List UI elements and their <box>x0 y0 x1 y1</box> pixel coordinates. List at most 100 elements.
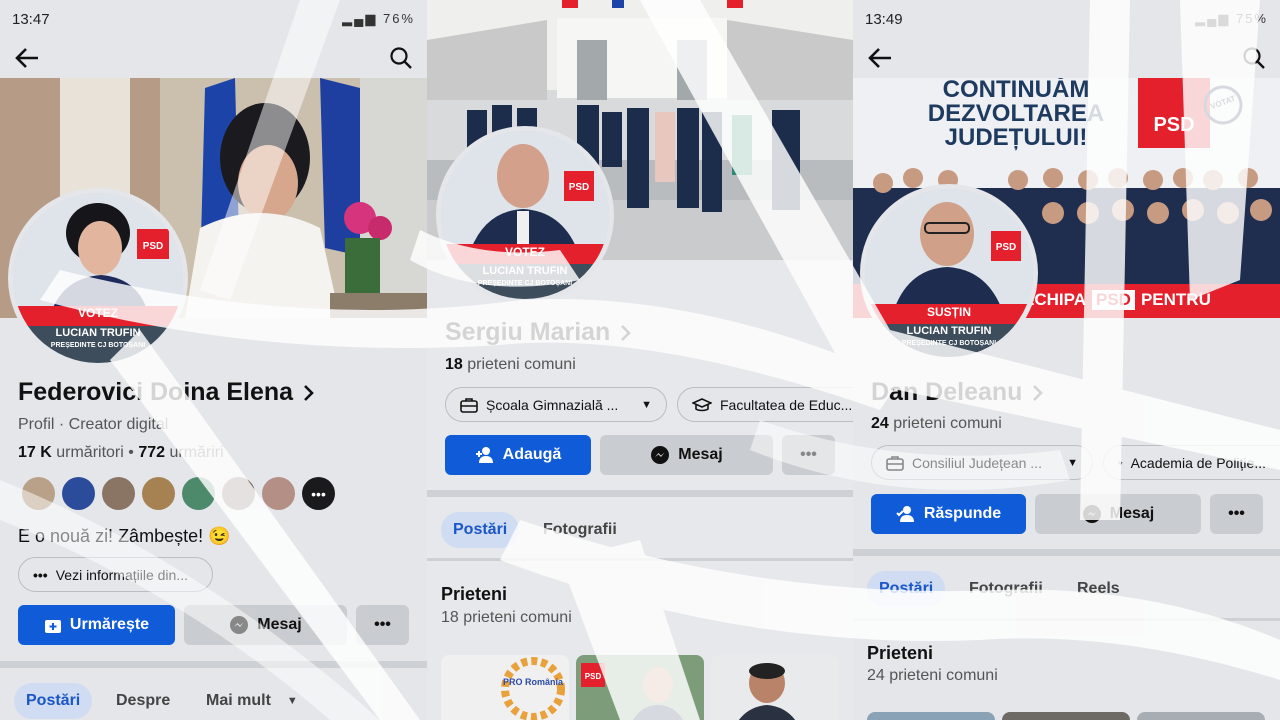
following-label[interactable]: urmăriri <box>169 444 223 461</box>
respond-button-label: Răspunde <box>923 505 1002 522</box>
cover-slogan: CONTINUĂM DEZVOLTAREA JUDEȚULUI! <box>891 78 1141 150</box>
followers-count: 17 K <box>18 444 52 461</box>
follow-icon <box>44 620 61 633</box>
graduation-cap-icon <box>1118 460 1123 464</box>
academy-pill[interactable]: Academia de Poliție... <box>1103 445 1280 480</box>
slogan-line2: DEZVOLTAREA <box>927 100 1105 127</box>
profile-picture[interactable]: PSD VOTEZ LUCIAN TRUFIN PREȘEDINTE CJ BO… <box>13 193 183 363</box>
tab-posts[interactable]: Postări <box>14 683 93 719</box>
avatar-band-line3: PREȘEDINTE CJ BOTOȘANI <box>477 280 573 287</box>
search-icon[interactable] <box>389 46 413 70</box>
caret-down-icon: ▼ <box>286 695 298 707</box>
message-button[interactable]: Mesaj <box>600 435 773 475</box>
friend-thumbnail[interactable]: PRO România <box>441 655 569 720</box>
cover-bottom-right: PENTRU <box>1140 290 1211 309</box>
more-options-button[interactable]: ••• <box>782 435 835 475</box>
faculty-pill[interactable]: Facultatea de Educ... <box>677 387 853 422</box>
caret-down-icon: ▼ <box>641 398 652 411</box>
status-time: 13:47 <box>12 10 50 28</box>
tab-reels[interactable]: Reels <box>1065 571 1132 607</box>
message-button-label: Mesaj <box>678 446 723 463</box>
back-arrow-icon[interactable] <box>867 47 893 69</box>
follower-avatar[interactable] <box>262 477 295 510</box>
mutual-friends[interactable]: 24 prieteni comuni <box>871 415 1002 433</box>
friends-title: Prieteni <box>441 584 508 604</box>
profile-picture[interactable]: PSD SUSȚIN LUCIAN TRUFIN PREȘEDINTE CJ B… <box>865 189 1033 357</box>
profile-name-text: Sergiu Marian <box>445 318 611 346</box>
friends-subtitle: 18 prieteni comuni <box>441 609 572 626</box>
bio-text: E o nouă zi! Zâmbește! <box>18 526 204 546</box>
follower-avatar[interactable] <box>102 477 135 510</box>
tab-about[interactable]: Despre <box>104 683 182 719</box>
follower-avatar[interactable] <box>62 477 95 510</box>
tab-more[interactable]: Mai mult ▼ <box>194 683 310 719</box>
avatar-band-line1: VOTEZ <box>77 306 118 320</box>
add-person-icon <box>475 447 493 463</box>
add-friend-button[interactable]: Adaugă <box>445 435 591 475</box>
slogan-line1: CONTINUĂM <box>942 78 1090 103</box>
profile-picture[interactable]: PSD VOTEZ LUCIAN TRUFIN PREȘEDINTE CJ BO… <box>441 131 609 299</box>
follower-avatar[interactable] <box>142 477 175 510</box>
info-pill[interactable]: ••• Vezi informațiile din... <box>18 557 213 592</box>
work-pill[interactable]: Consiliul Județean ... ▼ <box>871 445 1093 480</box>
message-button[interactable]: Mesaj <box>184 605 347 645</box>
info-pill-label: Vezi informațiile din... <box>55 566 189 583</box>
school-pill[interactable]: Școala Gimnazială ... ▼ <box>445 387 667 422</box>
section-divider <box>427 558 853 561</box>
chevron-right-icon[interactable] <box>620 324 632 342</box>
profile-panel-sergiu: PSD VOTEZ LUCIAN TRUFIN PREȘEDINTE CJ BO… <box>427 0 853 720</box>
avatar-band-line3: PREȘEDINTE CJ BOTOȘANI <box>901 340 997 347</box>
follower-avatar[interactable] <box>182 477 215 510</box>
friend-thumbnail[interactable] <box>1002 712 1130 720</box>
chevron-right-icon[interactable] <box>303 384 315 402</box>
message-button[interactable]: Mesaj <box>1035 494 1201 534</box>
profile-bio: E o nouă zi! Zâmbește! 😉 <box>18 526 231 547</box>
profile-panel-dan: 13:49 ▂▄▆ 75% CONTINUĂM DEZVOLTAREA JUDE… <box>853 0 1280 720</box>
follow-stats: 17 K urmăritori • 772 urmăriri <box>18 444 224 461</box>
person-check-icon <box>896 506 914 522</box>
message-button-label: Mesaj <box>257 616 302 633</box>
mutual-friends-count: 24 <box>871 415 889 432</box>
mutual-friends[interactable]: 18 prieteni comuni <box>445 356 576 374</box>
section-divider <box>0 661 427 668</box>
avatar-band-line1: SUSȚIN <box>926 305 971 319</box>
respond-button[interactable]: Răspunde <box>871 494 1026 534</box>
tab-posts[interactable]: Postări <box>441 512 520 548</box>
messenger-icon <box>1082 505 1101 523</box>
follow-button[interactable]: Urmărește <box>18 605 175 645</box>
mutual-friends-count: 18 <box>445 356 463 373</box>
tab-more-label: Mai mult <box>206 692 271 709</box>
status-time: 13:49 <box>865 10 903 28</box>
tab-posts[interactable]: Postări <box>867 571 946 607</box>
friend-thumbnail[interactable]: PSD <box>576 655 704 720</box>
friend-thumbnail[interactable] <box>1137 712 1265 720</box>
graduation-cap-icon <box>692 397 712 411</box>
slogan-line3: JUDEȚULUI! <box>944 124 1088 151</box>
followers-label[interactable]: urmăritori <box>56 444 124 461</box>
cover-bottom-psd: PSD <box>1091 290 1135 310</box>
chevron-right-icon[interactable] <box>1032 384 1044 402</box>
battery-level: 75% <box>1235 11 1268 26</box>
avatar-band-line3: PREȘEDINTE CJ BOTOȘANI <box>50 342 146 349</box>
battery-level: 76% <box>382 11 415 26</box>
more-dots-icon[interactable]: ••• <box>302 477 335 510</box>
friend-thumbnail[interactable] <box>867 712 995 720</box>
more-options-button[interactable]: ••• <box>356 605 409 645</box>
signal-icon: ▂▄▆ <box>1195 11 1231 26</box>
follower-avatar[interactable] <box>222 477 255 510</box>
avatar-band-line1: VOTEZ <box>504 245 545 259</box>
back-arrow-icon[interactable] <box>14 47 40 69</box>
tab-photos[interactable]: Fotografii <box>957 571 1055 607</box>
top-bar <box>853 38 1280 78</box>
pro-romania-text: PRO România <box>503 677 564 687</box>
tab-photos[interactable]: Fotografii <box>531 512 629 548</box>
follower-avatar[interactable] <box>22 477 55 510</box>
psd-logo: PSD <box>1153 114 1195 136</box>
psd-badge: PSD <box>143 241 164 252</box>
more-options-button[interactable]: ••• <box>1210 494 1263 534</box>
search-icon[interactable] <box>1242 46 1266 70</box>
friends-title: Prieteni <box>867 643 934 663</box>
avatar-band-line2: LUCIAN TRUFIN <box>55 327 141 339</box>
profile-category: Profil · Creator digital <box>18 416 169 433</box>
friend-thumbnail[interactable] <box>711 655 839 720</box>
